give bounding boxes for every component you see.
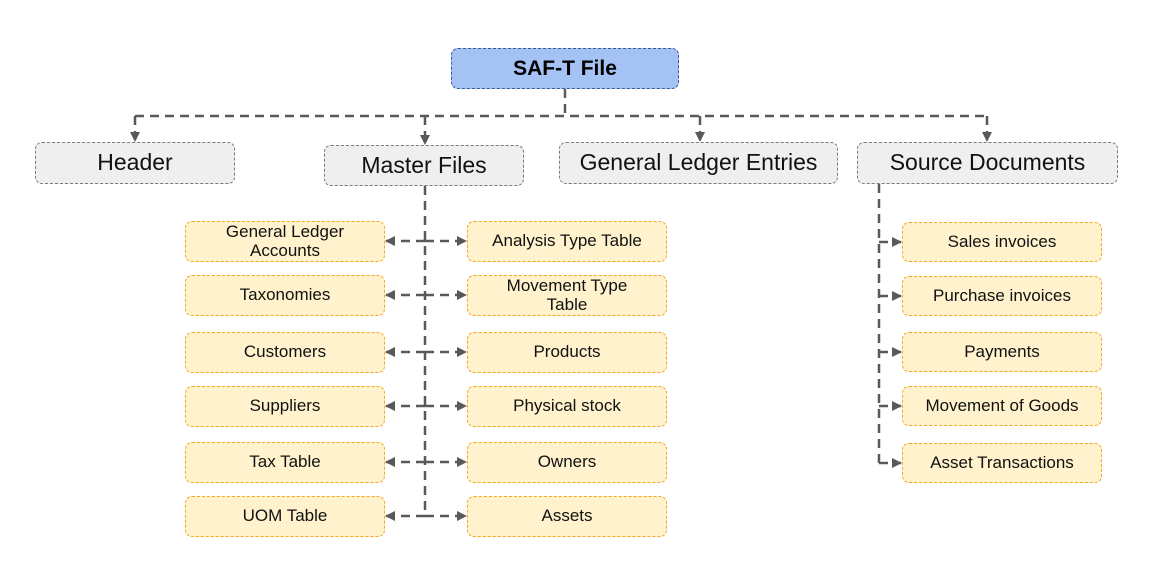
analysis-type-table-label: Analysis Type Table [492,231,642,251]
assets-label: Assets [541,506,593,526]
customers-label: Customers [243,342,327,362]
suppliers-label: Suppliers [249,396,321,416]
taxonomies-node: Taxonomies [185,275,385,316]
purchase-invoices-label: Purchase invoices [933,285,1071,305]
general-ledger-accounts-label: General Ledger Accounts [225,221,345,260]
general-ledger-entries-node: General Ledger Entries [559,142,838,184]
master-files-label: Master Files [361,151,487,178]
header-node: Header [35,142,235,184]
movement-of-goods-label: Movement of Goods [925,395,1079,415]
sales-invoices-label: Sales invoices [947,231,1057,251]
owners-label: Owners [537,452,597,472]
general-ledger-accounts-node: General Ledger Accounts [185,221,385,262]
owners-node: Owners [467,442,667,483]
tax-table-node: Tax Table [185,442,385,483]
assets-node: Assets [467,496,667,537]
sales-invoices-node: Sales invoices [902,222,1102,262]
products-node: Products [467,332,667,373]
physical-stock-label: Physical stock [513,396,621,416]
purchase-invoices-node: Purchase invoices [902,276,1102,316]
general-ledger-entries-label: General Ledger Entries [579,149,818,176]
payments-node: Payments [902,332,1102,372]
movement-type-table-node: Movement Type Table [467,275,667,316]
saft-structure-diagram: SAF-T File Header Master Files General L… [0,0,1163,578]
movement-of-goods-node: Movement of Goods [902,386,1102,426]
products-label: Products [533,342,601,362]
tax-table-label: Tax Table [249,452,321,472]
master-files-node: Master Files [324,145,524,186]
asset-transactions-label: Asset Transactions [930,452,1074,472]
saft-file-label: SAF-T File [513,56,617,80]
source-documents-label: Source Documents [889,149,1086,176]
saft-file-node: SAF-T File [451,48,679,89]
taxonomies-label: Taxonomies [239,285,331,305]
uom-table-node: UOM Table [185,496,385,537]
source-documents-node: Source Documents [857,142,1118,184]
header-label: Header [97,149,173,176]
analysis-type-table-node: Analysis Type Table [467,221,667,262]
suppliers-node: Suppliers [185,386,385,427]
payments-label: Payments [964,341,1040,361]
customers-node: Customers [185,332,385,373]
asset-transactions-node: Asset Transactions [902,443,1102,483]
physical-stock-node: Physical stock [467,386,667,427]
uom-table-label: UOM Table [242,506,328,526]
movement-type-table-label: Movement Type Table [506,275,628,314]
